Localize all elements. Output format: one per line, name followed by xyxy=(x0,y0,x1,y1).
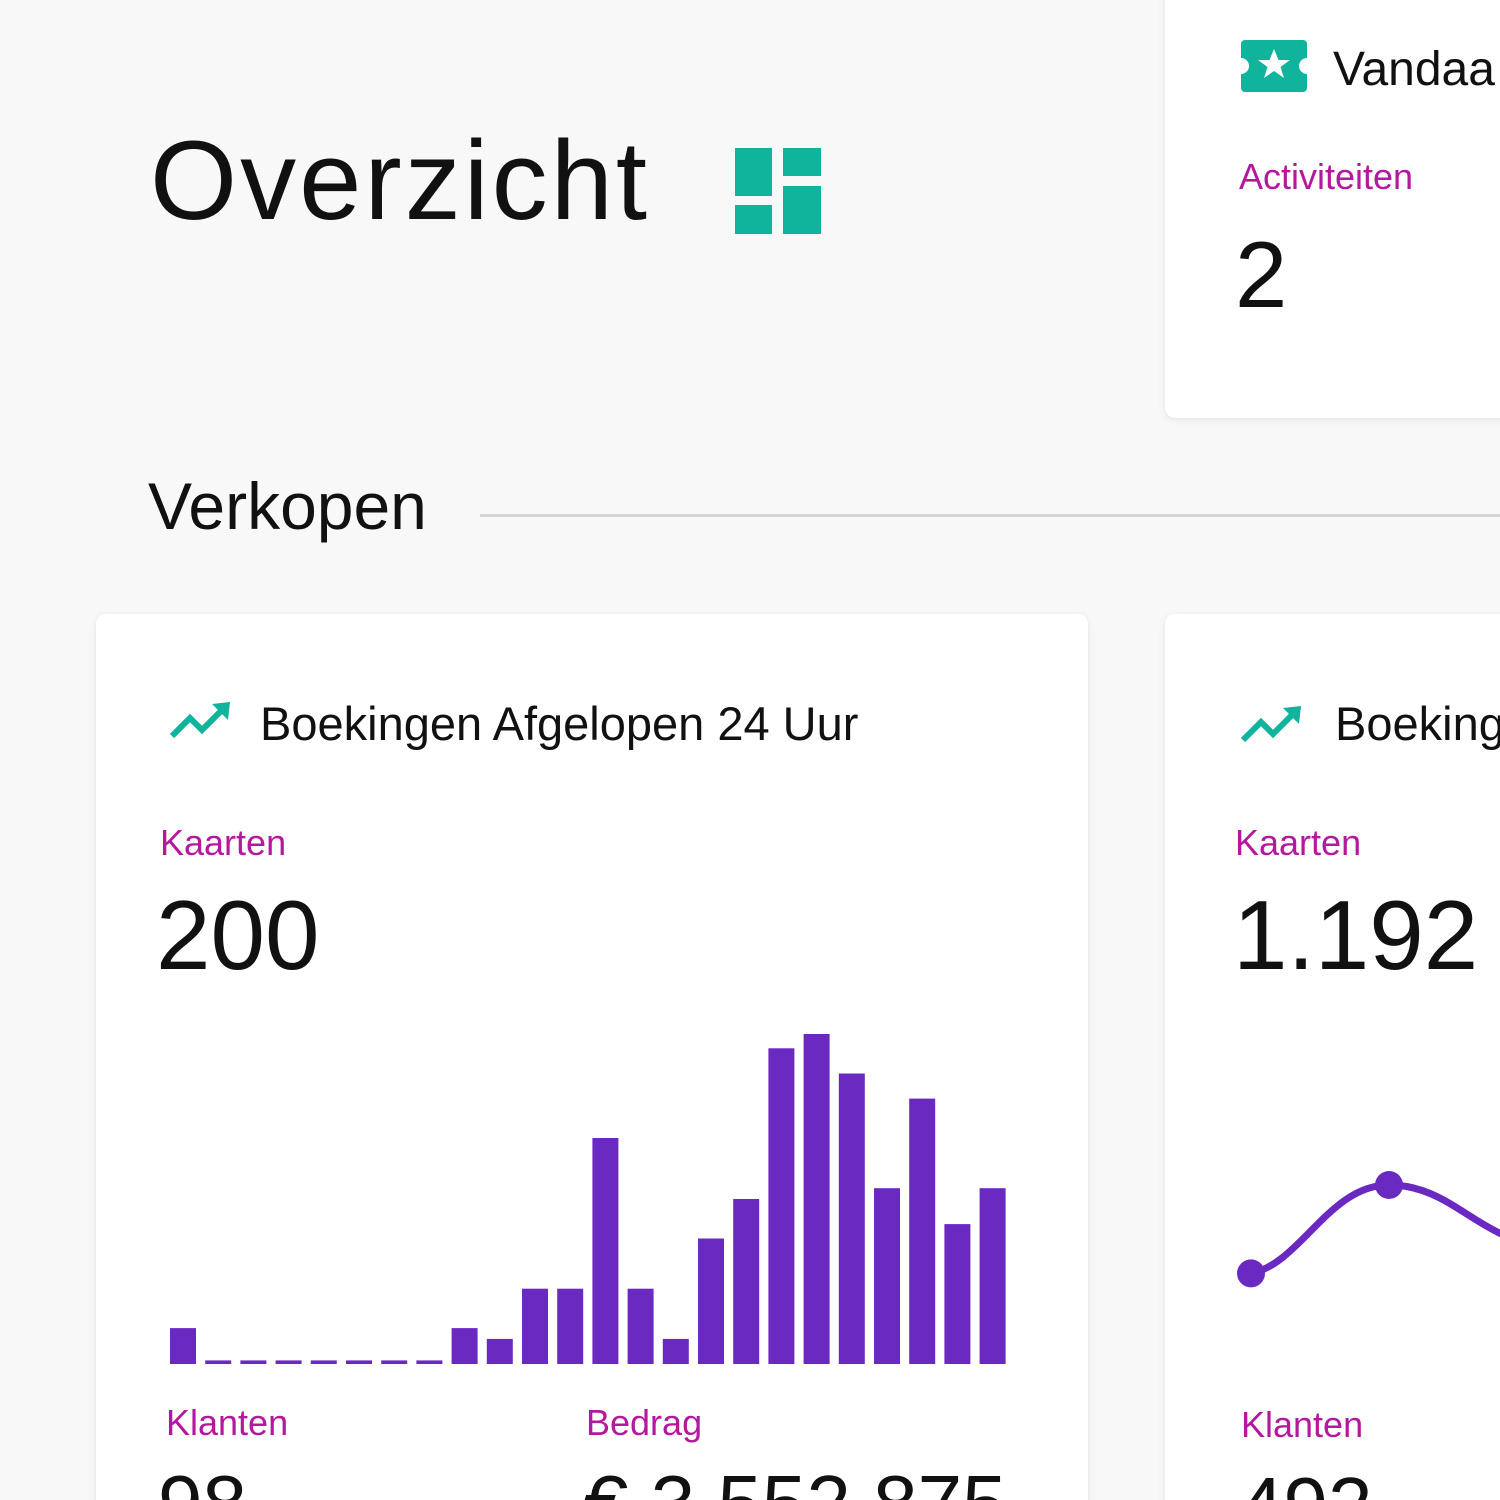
amount-value: € 3.552,875 xyxy=(584,1464,1007,1500)
chart-point xyxy=(1237,1259,1265,1288)
customers-label: Klanten xyxy=(166,1402,289,1443)
ticket-star-icon xyxy=(1241,40,1307,92)
chart-bar xyxy=(275,1360,302,1364)
customers-value: 98 xyxy=(158,1464,247,1500)
amount-label: Bedrag xyxy=(586,1402,703,1443)
chart-bar xyxy=(170,1328,196,1364)
chart-bar xyxy=(627,1288,654,1364)
chart-line xyxy=(1247,1181,1500,1277)
customers-value: 492 xyxy=(1239,1466,1372,1500)
chart-bar xyxy=(768,1048,795,1364)
bookings-bar-chart xyxy=(170,1034,1006,1364)
chart-bar xyxy=(451,1328,478,1364)
dashboard-page: Overzicht Vandaa Activiteiten 2 Verkopen… xyxy=(0,0,1500,1500)
chart-bar xyxy=(416,1360,443,1364)
chart-point xyxy=(1375,1171,1403,1199)
chart-bar xyxy=(205,1360,232,1364)
chart-bar xyxy=(698,1238,724,1364)
cards-label: Kaarten xyxy=(160,822,287,863)
bookings-line-chart xyxy=(1237,1171,1500,1288)
chart-bar xyxy=(662,1338,689,1364)
cards-label: Kaarten xyxy=(1235,822,1362,863)
chart-bar xyxy=(522,1288,548,1364)
chart-bar xyxy=(557,1288,584,1364)
chart-bar xyxy=(979,1188,1006,1364)
trending-up-icon xyxy=(1240,706,1301,743)
chart-bar xyxy=(803,1034,830,1364)
chart-bar xyxy=(486,1338,513,1364)
cards-value: 1.192 xyxy=(1233,880,1479,990)
dashboard-icon xyxy=(735,148,821,234)
chart-bar xyxy=(733,1199,760,1364)
trending-up-icon xyxy=(169,702,230,739)
bookings-second-card[interactable]: Boeking Kaarten 1.192 Klanten 492 xyxy=(1165,614,1500,1500)
today-title: Vandaa xyxy=(1333,43,1495,96)
page-title: Overzicht xyxy=(150,118,650,243)
customers-label: Klanten xyxy=(1241,1404,1364,1445)
cards-value: 200 xyxy=(156,880,320,990)
chart-bar xyxy=(838,1073,865,1364)
chart-bar xyxy=(240,1360,267,1364)
section-title: Verkopen xyxy=(148,469,427,543)
chart-bar xyxy=(944,1224,971,1364)
chart-bar xyxy=(592,1138,619,1364)
activities-label: Activiteiten xyxy=(1239,156,1414,197)
today-card[interactable]: Vandaa Activiteiten 2 xyxy=(1165,0,1500,418)
card-title: Boeking xyxy=(1335,697,1500,750)
activities-value: 2 xyxy=(1235,222,1288,327)
card-title: Boekingen Afgelopen 24 Uur xyxy=(260,697,859,750)
chart-bar xyxy=(310,1360,337,1364)
chart-bar xyxy=(909,1098,936,1364)
chart-bar xyxy=(346,1360,372,1364)
section-divider xyxy=(480,514,1500,517)
chart-bar xyxy=(381,1360,408,1364)
chart-bar xyxy=(874,1188,900,1364)
bookings-24h-card[interactable]: Boekingen Afgelopen 24 Uur Kaarten 200 K… xyxy=(96,614,1088,1500)
